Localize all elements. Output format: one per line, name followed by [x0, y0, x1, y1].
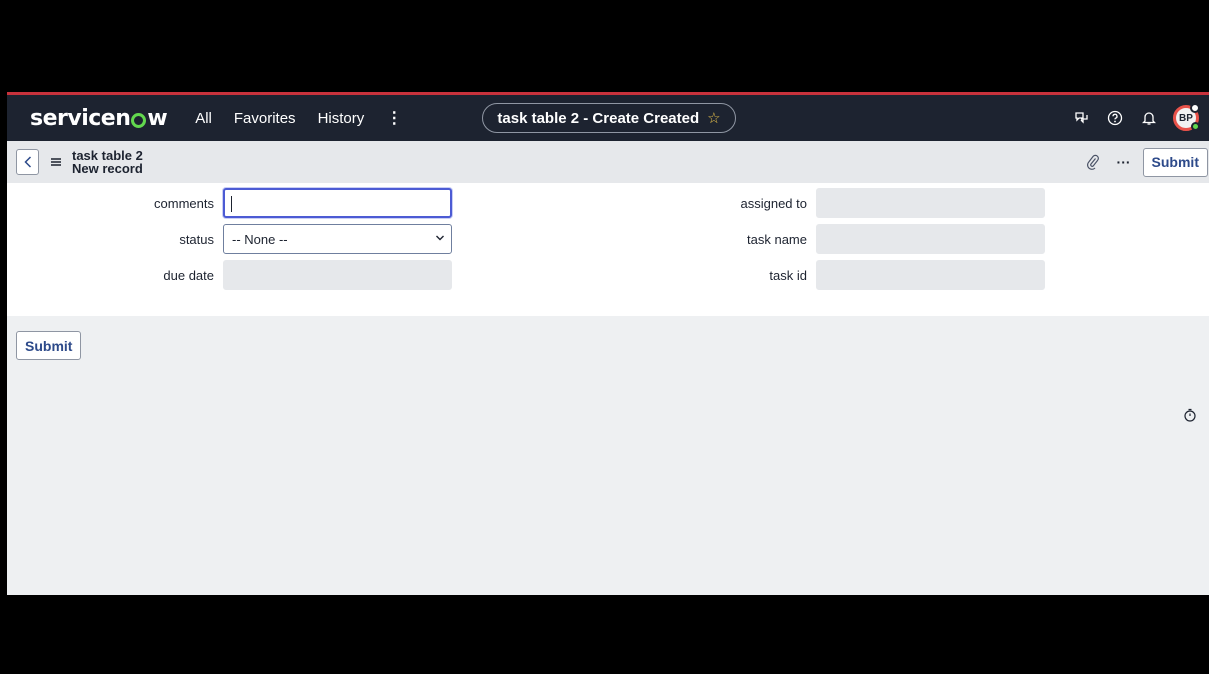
- help-icon[interactable]: [1103, 106, 1127, 130]
- record-label: New record: [72, 161, 143, 176]
- comments-label: comments: [154, 196, 214, 211]
- status-selected-value: -- None --: [232, 232, 288, 247]
- form-title: task table 2 New record: [72, 149, 143, 175]
- text-caret: [231, 196, 232, 212]
- status-select[interactable]: -- None --: [223, 224, 452, 254]
- avatar-initials: BP: [1179, 112, 1193, 124]
- header-actions: ··· Submit: [1083, 141, 1209, 183]
- status-label: status: [179, 232, 214, 247]
- context-title: task table 2 - Create Created: [497, 109, 700, 127]
- back-button[interactable]: [16, 149, 39, 175]
- avatar-badge-icon: [1190, 103, 1200, 113]
- due-date-label: due date: [163, 268, 214, 283]
- back-icon: [23, 156, 31, 168]
- task-name-field: [816, 224, 1045, 254]
- timer-icon[interactable]: [1183, 408, 1197, 422]
- app-window: servicen w All Favorites History ⋮ task t…: [7, 92, 1209, 595]
- bell-icon[interactable]: [1137, 106, 1161, 130]
- top-navigation: servicen w All Favorites History ⋮ task t…: [7, 95, 1209, 141]
- nav-history[interactable]: History: [318, 110, 365, 127]
- nav-more-menu[interactable]: ⋮: [386, 108, 402, 128]
- comments-input[interactable]: [223, 188, 452, 218]
- nav-icon-group: BP: [1059, 95, 1209, 141]
- hamburger-icon[interactable]: [50, 157, 62, 167]
- star-icon[interactable]: ☆: [707, 109, 720, 127]
- task-id-field: [816, 260, 1045, 290]
- task-id-label: task id: [769, 268, 807, 283]
- nav-all[interactable]: All: [195, 110, 212, 127]
- bottom-submit-button[interactable]: Submit: [16, 331, 82, 360]
- chat-icon[interactable]: [1069, 106, 1093, 130]
- task-name-label: task name: [747, 232, 807, 247]
- assigned-to-field: [816, 188, 1045, 218]
- paperclip-icon[interactable]: [1083, 152, 1103, 172]
- header-submit-button[interactable]: Submit: [1142, 147, 1208, 177]
- more-actions-button[interactable]: ···: [1117, 154, 1131, 170]
- due-date-field: [223, 260, 452, 290]
- record-form: comments status -- None -- due date assi…: [7, 183, 1209, 316]
- nav-favorites[interactable]: Favorites: [234, 110, 296, 127]
- user-avatar[interactable]: BP: [1173, 103, 1200, 131]
- form-header: task table 2 New record ··· Submit: [7, 141, 1209, 183]
- online-status-icon: [1191, 122, 1200, 131]
- chevron-down-icon: [436, 235, 444, 241]
- context-title-pill[interactable]: task table 2 - Create Created ☆: [482, 103, 736, 133]
- servicenow-logo[interactable]: servicen w: [30, 106, 168, 131]
- assigned-to-label: assigned to: [740, 196, 808, 211]
